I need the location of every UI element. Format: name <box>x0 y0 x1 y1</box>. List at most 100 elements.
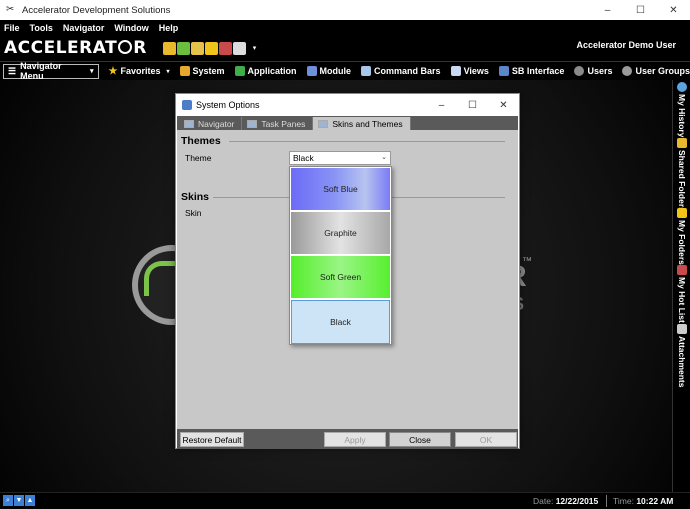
toolbar-module[interactable]: Module <box>306 66 351 76</box>
skins-tab-icon <box>318 119 329 128</box>
theme-select-value: Black <box>293 153 314 163</box>
user-icon <box>574 66 585 76</box>
chevron-down-icon: ▾ <box>166 68 170 75</box>
open-folder-icon[interactable] <box>190 41 204 55</box>
hot-list-icon <box>677 265 687 275</box>
tab-label: Skins and Themes <box>332 118 403 129</box>
theme-select[interactable]: Black ⌄ <box>289 151 391 165</box>
tab-navigator[interactable]: Navigator <box>179 117 243 130</box>
search-icon[interactable]: ⌕ <box>3 495 13 506</box>
menu-window[interactable]: Window <box>114 23 148 33</box>
logo-text-end: R <box>133 38 147 58</box>
navigator-menu-button[interactable]: ☰ Navigator Menu ▾ <box>3 61 99 81</box>
menu-file[interactable]: File <box>4 23 20 33</box>
window-controls: – ☐ ✕ <box>591 0 690 20</box>
logo-text-start: ACCELERAT <box>4 38 118 58</box>
skins-heading: Skins <box>181 191 210 203</box>
arrow-down-icon[interactable]: ▼ <box>14 495 24 506</box>
toolbar-views[interactable]: Views <box>450 66 489 76</box>
dialog-body: Navigator Task Panes Skins and Themes Th… <box>177 116 518 449</box>
side-tab-my-hot-list[interactable]: My Hot List <box>675 265 689 323</box>
theme-dropdown-list: Soft Blue Graphite Soft Green Black <box>289 166 392 345</box>
background-trademark: ™ <box>522 256 532 267</box>
close-window-button[interactable]: ✕ <box>657 0 690 20</box>
theme-option-graphite[interactable]: Graphite <box>291 212 390 254</box>
star-folder-icon <box>677 208 687 218</box>
system-icon <box>179 66 190 76</box>
toolbar-system-label: System <box>192 66 225 76</box>
toolbar-favorites[interactable]: ★ Favorites ▾ <box>109 66 170 77</box>
ok-button[interactable]: OK <box>455 432 517 447</box>
refresh-icon[interactable] <box>176 41 190 55</box>
document-icon[interactable] <box>232 41 246 55</box>
accelerator-logo: ACCELERAT R <box>4 38 147 58</box>
attachment-icon <box>677 324 687 334</box>
quick-access-toolbar: ▾ <box>162 41 257 55</box>
customize-chevron-icon[interactable]: ▾ <box>253 44 257 52</box>
menu-tools[interactable]: Tools <box>30 23 53 33</box>
status-buttons: ⌕ ▼ ▲ <box>3 495 35 506</box>
side-tab-shared-folders[interactable]: Shared Folders <box>675 138 689 212</box>
time-value: 10:22 AM <box>636 496 674 506</box>
toolbar-user-groups-label: User Groups <box>635 66 690 76</box>
dialog-close-button[interactable]: ✕ <box>488 94 519 116</box>
theme-option-soft-blue[interactable]: Soft Blue <box>291 168 390 210</box>
date-value: 12/22/2015 <box>555 496 599 506</box>
status-time: Time: 10:22 AM <box>613 496 673 506</box>
system-options-dialog: System Options – ☐ ✕ Navigator Task Pane… <box>175 93 520 449</box>
tab-label: Navigator <box>198 118 235 129</box>
toolbar-application[interactable]: Application <box>234 66 297 76</box>
apply-button[interactable]: Apply <box>324 432 386 447</box>
tab-task-panes[interactable]: Task Panes <box>242 117 314 130</box>
dialog-button-bar: Restore Default Apply Close OK <box>177 429 518 449</box>
side-tab-label: Attachments <box>677 336 687 388</box>
side-tab-attachments[interactable]: Attachments <box>675 324 689 387</box>
dialog-maximize-button[interactable]: ☐ <box>457 94 488 116</box>
date-label: Date: <box>533 496 554 506</box>
application-icon <box>234 66 245 76</box>
theme-option-black[interactable]: Black <box>291 300 390 344</box>
menu-navigator[interactable]: Navigator <box>63 23 105 33</box>
close-button[interactable]: Close <box>389 432 451 447</box>
dialog-controls: – ☐ ✕ <box>426 94 519 116</box>
maximize-button[interactable]: ☐ <box>624 0 657 20</box>
menubar: File Tools Navigator Window Help <box>0 20 690 36</box>
chevron-down-icon: ⌄ <box>381 154 387 161</box>
themes-divider <box>229 141 505 142</box>
toolbar-user-groups[interactable]: User Groups <box>622 66 690 76</box>
side-tab-label: My Hot List <box>677 277 687 323</box>
views-icon <box>450 66 461 76</box>
theme-option-soft-green[interactable]: Soft Green <box>291 256 390 298</box>
menu-help[interactable]: Help <box>159 23 179 33</box>
history-icon <box>677 82 687 92</box>
mail-icon[interactable] <box>218 41 232 55</box>
toolbar-sb-interface[interactable]: SB Interface <box>498 66 564 76</box>
navigator-tab-icon <box>184 119 194 128</box>
toolbar-command-bars[interactable]: Command Bars <box>361 66 441 76</box>
dialog-minimize-button[interactable]: – <box>426 94 457 116</box>
status-date: Date: 12/22/2015 <box>533 496 598 506</box>
toolbar-favorites-label: Favorites <box>120 66 161 76</box>
tab-skins-and-themes[interactable]: Skins and Themes <box>313 117 411 130</box>
app-icon: ✂ <box>6 4 15 15</box>
shared-folder-icon <box>677 138 687 148</box>
star-icon[interactable] <box>204 41 218 55</box>
side-tab-my-folders[interactable]: My Folders <box>675 208 689 265</box>
dialog-title: System Options <box>196 100 260 110</box>
skin-label: Skin <box>185 208 202 218</box>
toolbar-users[interactable]: Users <box>574 66 612 76</box>
status-separator <box>606 495 607 507</box>
side-tab-my-history[interactable]: My History <box>675 82 689 137</box>
arrow-up-icon[interactable]: ▲ <box>25 495 35 506</box>
window-title: Accelerator Development Solutions <box>22 4 171 16</box>
logo-gauge-icon <box>118 40 133 54</box>
minimize-button[interactable]: – <box>591 0 624 20</box>
task-panes-tab-icon <box>247 119 258 128</box>
dialog-titlebar: System Options – ☐ ✕ <box>176 94 519 116</box>
folder-icon[interactable] <box>162 41 176 55</box>
toolbar-system[interactable]: System <box>179 66 225 76</box>
dialog-tabs: Navigator Task Panes Skins and Themes <box>177 116 518 130</box>
star-icon: ★ <box>108 65 118 77</box>
time-label: Time: <box>613 496 634 506</box>
restore-default-button[interactable]: Restore Default <box>180 432 244 447</box>
